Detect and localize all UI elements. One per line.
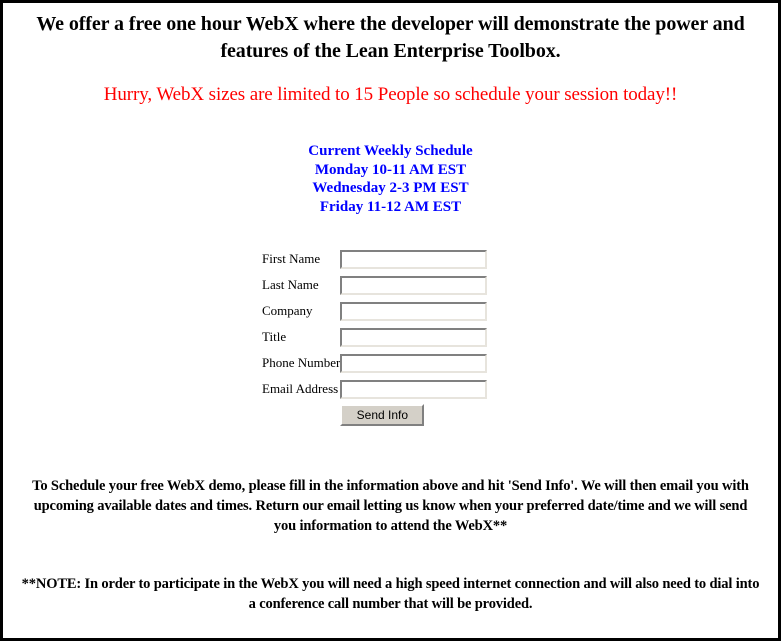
first-name-label: First Name — [262, 251, 321, 266]
title-input[interactable] — [340, 327, 488, 347]
send-info-button[interactable]: Send Info — [340, 404, 425, 426]
schedule-title: Current Weekly Schedule — [308, 143, 473, 159]
last-name-label: Last Name — [262, 277, 319, 292]
form-row-submit: Send Info — [262, 402, 490, 428]
email-address-label: Email Address — [262, 381, 339, 396]
requirements-note: **NOTE: In order to participate in the W… — [21, 576, 760, 612]
last-name-input[interactable] — [340, 275, 488, 295]
urgency-subheadline: Hurry, WebX sizes are limited to 15 Peop… — [103, 84, 678, 105]
form-row-email-address: Email Address — [262, 376, 490, 402]
email-address-input[interactable] — [340, 379, 488, 399]
phone-number-label: Phone Number — [262, 355, 341, 370]
schedule-line-wednesday: Wednesday 2-3 PM EST — [312, 180, 469, 196]
page-container: We offer a free one hour WebX where the … — [0, 0, 781, 641]
page-headline: We offer a free one hour WebX where the … — [36, 13, 745, 62]
form-row-phone-number: Phone Number — [262, 350, 490, 376]
form-row-title: Title — [262, 324, 490, 350]
form-row-first-name: First Name — [262, 246, 490, 272]
schedule-line-friday: Friday 11-12 AM EST — [319, 198, 462, 215]
title-label: Title — [262, 329, 287, 344]
form-row-last-name: Last Name — [262, 272, 490, 298]
first-name-input[interactable] — [340, 249, 488, 269]
schedule-line-monday: Monday 10-11 AM EST — [314, 161, 467, 178]
signup-form: First Name Last Name Company Title Phone… — [262, 246, 490, 428]
weekly-schedule-block: Current Weekly Schedule Monday 10-11 AM … — [3, 107, 778, 216]
form-row-company: Company — [262, 298, 490, 324]
signup-form-wrapper: First Name Last Name Company Title Phone… — [3, 216, 778, 428]
company-label: Company — [262, 303, 313, 318]
company-input[interactable] — [340, 301, 488, 321]
phone-number-input[interactable] — [340, 353, 488, 373]
scheduling-instructions: To Schedule your free WebX demo, please … — [32, 478, 749, 534]
